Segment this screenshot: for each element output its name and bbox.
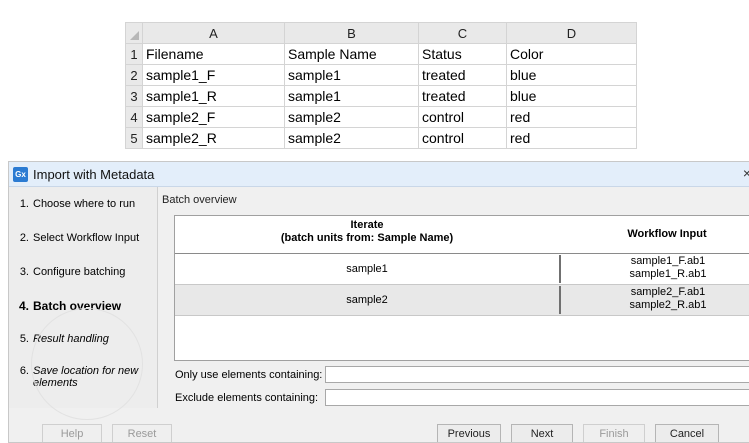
workflow-input-column-header: Workflow Input xyxy=(627,228,707,240)
iterate-column-header: Iterate (batch units from: Sample Name) xyxy=(175,219,559,245)
sheet-cell[interactable]: Sample Name xyxy=(284,43,419,65)
batch-unit-cell: sample1 xyxy=(346,263,388,275)
wizard-steps-panel: 1. Choose where to run 2. Select Workflo… xyxy=(9,187,158,408)
sheet-cell[interactable]: sample1_F xyxy=(142,64,285,86)
iterate-header-subtitle: (batch units from: Sample Name) xyxy=(280,232,454,244)
sheet-cell[interactable]: sample2 xyxy=(284,127,419,149)
step-label: Result handling xyxy=(33,333,109,345)
sheet-col-header[interactable]: D xyxy=(506,22,637,44)
step-number: 6. xyxy=(19,365,29,377)
help-button[interactable]: Help xyxy=(42,424,102,442)
previous-button[interactable]: Previous xyxy=(437,424,501,442)
next-button[interactable]: Next xyxy=(511,424,573,442)
step-label: Choose where to run xyxy=(33,198,136,210)
sheet-row-number[interactable]: 1 xyxy=(125,43,143,65)
sheet-cell[interactable]: sample1 xyxy=(284,85,419,107)
input-file: sample2_R.ab1 xyxy=(629,299,707,311)
spreadsheet: A B C D 1 Filename Sample Name Status Co… xyxy=(125,22,637,149)
sheet-row-number[interactable]: 4 xyxy=(125,106,143,128)
input-file: sample1_F.ab1 xyxy=(630,255,706,267)
sheet-cell[interactable]: sample2 xyxy=(284,106,419,128)
sheet-row: 2 sample1_F sample1 treated blue xyxy=(125,64,637,86)
sheet-row-number[interactable]: 5 xyxy=(125,127,143,149)
sheet-cell[interactable]: blue xyxy=(506,85,637,107)
wizard-step-choose-where-to-run: 1. Choose where to run xyxy=(9,198,157,210)
sheet-row: 3 sample1_R sample1 treated blue xyxy=(125,85,637,107)
sheet-cell[interactable]: red xyxy=(506,106,637,128)
wizard-step-save-location: 6. Save location for new elements xyxy=(9,365,157,389)
only-use-elements-input[interactable] xyxy=(325,366,749,383)
step-label: Configure batching xyxy=(33,266,126,278)
sheet-col-header[interactable]: B xyxy=(284,22,419,44)
step-label: Select Workflow Input xyxy=(33,232,140,244)
dialog-button-bar: Help Reset Previous Next Finish Cancel xyxy=(9,421,749,442)
sheet-cell[interactable]: sample2_R xyxy=(142,127,285,149)
wizard-step-select-workflow-input: 2. Select Workflow Input xyxy=(9,232,157,244)
sheet-cell[interactable]: sample2_F xyxy=(142,106,285,128)
finish-button[interactable]: Finish xyxy=(583,424,645,442)
exclude-elements-input[interactable] xyxy=(325,389,749,406)
close-icon[interactable]: × xyxy=(743,165,749,181)
sheet-cell[interactable]: control xyxy=(418,106,507,128)
wizard-step-result-handling: 5. Result handling xyxy=(9,333,157,345)
batch-table-header: Iterate (batch units from: Sample Name) … xyxy=(175,216,749,254)
sheet-col-header[interactable]: A xyxy=(142,22,285,44)
iterate-header-title: Iterate xyxy=(350,219,384,231)
step-number: 1. xyxy=(19,198,29,210)
sheet-cell[interactable]: control xyxy=(418,127,507,149)
sheet-cell[interactable]: treated xyxy=(418,85,507,107)
sheet-cell[interactable]: blue xyxy=(506,64,637,86)
step-number: 2. xyxy=(19,232,29,244)
sheet-cell[interactable]: sample1 xyxy=(284,64,419,86)
input-file: sample1_R.ab1 xyxy=(629,268,707,280)
sheet-row-number[interactable]: 2 xyxy=(125,64,143,86)
step-label: Batch overview xyxy=(33,299,122,313)
step-number: 3. xyxy=(19,266,29,278)
sheet-row: 1 Filename Sample Name Status Color xyxy=(125,43,637,65)
batch-row[interactable]: sample2 sample2_F.ab1 sample2_R.ab1 xyxy=(175,285,749,316)
cancel-button[interactable]: Cancel xyxy=(655,424,719,442)
step-number: 5. xyxy=(19,333,29,345)
wizard-step-configure-batching: 3. Configure batching xyxy=(9,266,157,278)
sheet-select-all[interactable] xyxy=(125,22,143,44)
sheet-row-number[interactable]: 3 xyxy=(125,85,143,107)
workflow-input-cell: sample2_F.ab1 sample2_R.ab1 xyxy=(559,286,749,314)
sheet-header-row: A B C D xyxy=(125,22,637,44)
input-file: sample2_F.ab1 xyxy=(630,286,706,298)
sheet-col-header[interactable]: C xyxy=(418,22,507,44)
only-use-elements-label: Only use elements containing: xyxy=(175,369,323,381)
sheet-cell[interactable]: Color xyxy=(506,43,637,65)
workflow-input-cell: sample1_F.ab1 sample1_R.ab1 xyxy=(559,255,749,283)
sheet-cell[interactable]: sample1_R xyxy=(142,85,285,107)
exclude-elements-label: Exclude elements containing: xyxy=(175,392,319,404)
batch-row[interactable]: sample1 sample1_F.ab1 sample1_R.ab1 xyxy=(175,254,749,285)
step-label: Save location for new elements xyxy=(33,365,139,389)
sheet-cell[interactable]: Filename xyxy=(142,43,285,65)
sheet-row: 4 sample2_F sample2 control red xyxy=(125,106,637,128)
section-title: Batch overview xyxy=(162,194,237,206)
sheet-row: 5 sample2_R sample2 control red xyxy=(125,127,637,149)
dialog-title: Import with Metadata xyxy=(33,166,155,182)
dialog-titlebar[interactable]: Gx Import with Metadata × xyxy=(9,162,749,187)
wizard-content: Batch overview Iterate (batch units from… xyxy=(158,187,749,408)
workbench-app-icon: Gx xyxy=(13,166,28,182)
batch-overview-table: Iterate (batch units from: Sample Name) … xyxy=(174,215,749,361)
wizard-step-batch-overview: 4. Batch overview xyxy=(9,299,157,313)
batch-unit-cell: sample2 xyxy=(346,294,388,306)
sheet-cell[interactable]: Status xyxy=(418,43,507,65)
reset-button[interactable]: Reset xyxy=(112,424,172,442)
sheet-cell[interactable]: treated xyxy=(418,64,507,86)
import-metadata-dialog: Gx Import with Metadata × 1. Choose wher… xyxy=(8,161,749,443)
sheet-cell[interactable]: red xyxy=(506,127,637,149)
step-number: 4. xyxy=(18,299,29,313)
